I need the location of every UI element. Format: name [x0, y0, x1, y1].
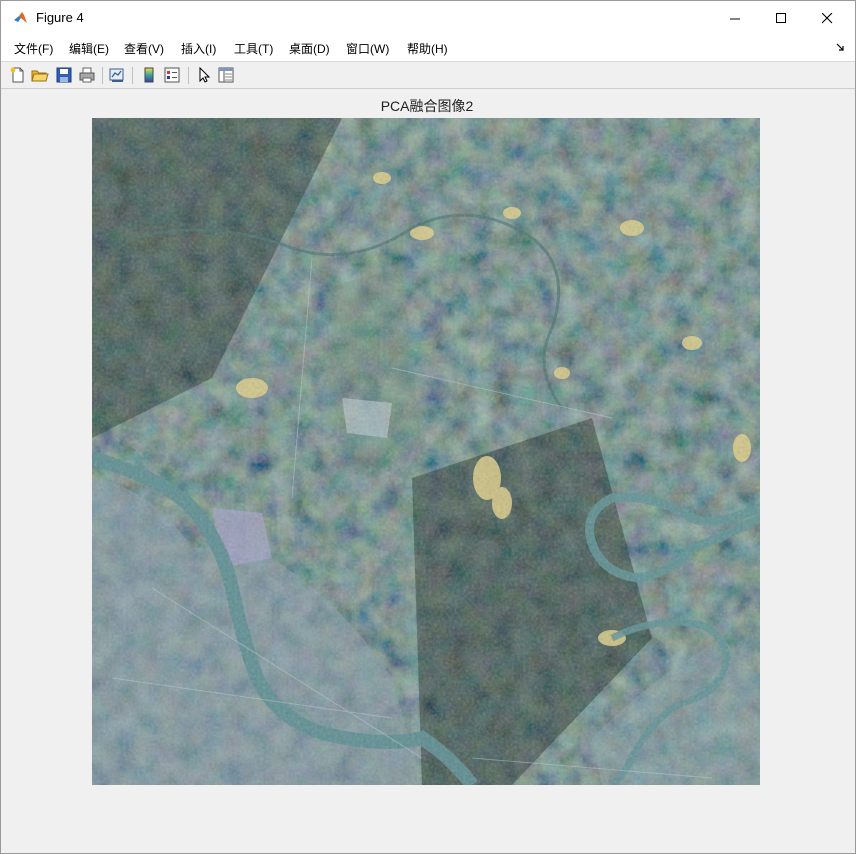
menu-file[interactable]: 文件(F) — [14, 40, 53, 57]
toolbar — [1, 61, 855, 89]
menu-view[interactable]: 查看(V) — [124, 40, 164, 57]
menu-desktop[interactable]: 桌面(D) — [289, 40, 330, 57]
minimize-button[interactable] — [712, 1, 758, 35]
dock-arrow-icon[interactable] — [836, 43, 845, 52]
menu-help[interactable]: 帮助(H) — [407, 40, 448, 57]
insert-legend-icon[interactable] — [163, 66, 181, 84]
edit-plot-pointer-icon[interactable] — [195, 66, 213, 84]
menu-edit[interactable]: 编辑(E) — [69, 40, 109, 57]
menu-window[interactable]: 窗口(W) — [346, 40, 389, 57]
print-icon[interactable] — [78, 66, 96, 84]
open-file-icon[interactable] — [31, 66, 49, 84]
satellite-image-render — [92, 118, 760, 785]
pca-fused-satellite-image[interactable] — [92, 118, 760, 785]
maximize-icon — [775, 12, 786, 23]
window-title: Figure 4 — [36, 10, 84, 25]
save-icon[interactable] — [55, 66, 73, 84]
link-plot-icon[interactable] — [108, 66, 126, 84]
new-figure-icon[interactable] — [9, 66, 27, 84]
title-bar[interactable]: Figure 4 — [1, 1, 855, 35]
axes-title: PCA融合图像2 — [380, 98, 474, 114]
close-icon — [821, 12, 832, 23]
close-button[interactable] — [804, 1, 850, 35]
maximize-button[interactable] — [758, 1, 804, 35]
toolbar-separator — [188, 67, 189, 84]
property-inspector-icon[interactable] — [217, 66, 235, 84]
menu-insert[interactable]: 插入(I) — [181, 40, 216, 57]
matlab-logo-icon — [14, 12, 27, 23]
insert-colorbar-icon[interactable] — [140, 66, 158, 84]
toolbar-separator — [102, 67, 103, 84]
minimize-icon — [729, 18, 740, 19]
menu-tools[interactable]: 工具(T) — [234, 40, 273, 57]
menu-bar: 文件(F) 编辑(E) 查看(V) 插入(I) 工具(T) 桌面(D) 窗口(W… — [1, 35, 855, 61]
toolbar-separator — [132, 67, 133, 84]
